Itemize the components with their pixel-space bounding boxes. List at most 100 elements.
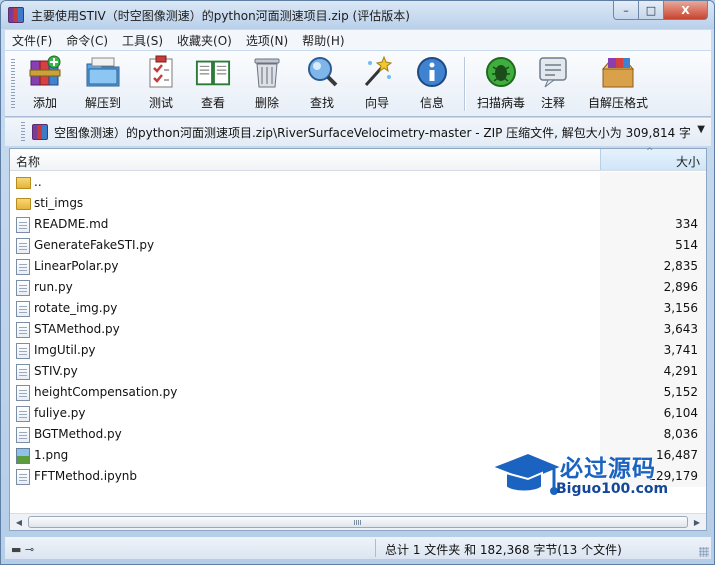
scroll-right-icon[interactable]: ▶ (690, 516, 704, 528)
size-cell: 4,291 (600, 361, 706, 382)
file-row[interactable]: 3,741 ImgUtil.py (10, 340, 706, 361)
virus-scan-label: 扫描病毒 (476, 96, 525, 110)
delete-label: 删除 (254, 96, 279, 110)
menu-command[interactable]: 命令(C) (59, 32, 115, 49)
comment-button[interactable]: 注释 (527, 55, 579, 113)
file-list[interactable]: 名称 ^ 大小 .. sti_imgs 334 README.md 514 Generat… (9, 147, 707, 531)
file-name: 1.png (34, 448, 69, 462)
file-icon (16, 427, 30, 443)
menu-tools[interactable]: 工具(S) (115, 32, 170, 49)
address-dropdown-icon[interactable]: ▼ (697, 124, 705, 135)
column-header: 名称 ^ 大小 (10, 147, 706, 171)
file-name: heightCompensation.py (34, 385, 178, 399)
file-icon (16, 280, 30, 296)
menu-options[interactable]: 选项(N) (239, 32, 295, 49)
file-name: STIV.py (34, 364, 78, 378)
menu-favorites[interactable]: 收藏夹(O) (170, 32, 239, 49)
watermark: 必过源码 Biguo100.com (488, 447, 698, 507)
sfx-button[interactable]: 自解压格式 (585, 55, 651, 113)
wizard-button[interactable]: 向导 (351, 55, 403, 113)
menu-file[interactable]: 文件(F) (5, 32, 59, 49)
scroll-grip (354, 520, 362, 525)
toolbar: 添加 解压到 测试 查看 删除 查找 向导 信息 扫描病毒 注释 自解压格式 (5, 51, 711, 117)
column-size-header[interactable]: ^ 大小 (600, 147, 706, 170)
delete-button[interactable]: 删除 (241, 55, 293, 113)
menu-help[interactable]: 帮助(H) (295, 32, 351, 49)
sfx-box-icon (600, 55, 636, 89)
window-title: 主要使用STIV（时空图像测速）的python河面测速项目.zip (评估版本) (31, 9, 410, 23)
scroll-left-icon[interactable]: ◀ (12, 516, 26, 528)
horizontal-scrollbar[interactable]: ◀ ▶ (10, 513, 706, 530)
file-size: 3,741 (663, 343, 698, 357)
test-button[interactable]: 测试 (135, 55, 187, 113)
file-row[interactable]: 2,835 LinearPolar.py (10, 256, 706, 277)
file-name: README.md (34, 217, 109, 231)
file-icon (16, 406, 30, 422)
file-name: GenerateFakeSTI.py (34, 238, 155, 252)
find-button[interactable]: 查找 (296, 55, 348, 113)
test-checklist-icon (143, 55, 179, 89)
size-cell: 6,104 (600, 403, 706, 424)
file-icon (16, 238, 30, 254)
file-icon (16, 385, 30, 401)
toolbar-grip[interactable] (11, 59, 15, 109)
file-row[interactable]: 334 README.md (10, 214, 706, 235)
view-button[interactable]: 查看 (187, 55, 239, 113)
file-size: 2,835 (663, 259, 698, 273)
file-size: 3,643 (663, 322, 698, 336)
virus-scan-icon (483, 55, 519, 89)
file-row[interactable]: 2,896 run.py (10, 277, 706, 298)
file-row[interactable]: 514 GenerateFakeSTI.py (10, 235, 706, 256)
window-controls: – □ X (613, 1, 708, 21)
file-name: BGTMethod.py (34, 427, 122, 441)
image-file-icon (16, 448, 30, 464)
scroll-thumb[interactable] (28, 516, 688, 528)
status-drive-icon[interactable]: ▬ ⊸ (11, 543, 34, 556)
file-name: ImgUtil.py (34, 343, 96, 357)
size-cell: 5,152 (600, 382, 706, 403)
size-cell: 334 (600, 214, 706, 235)
address-bar[interactable]: 空图像测速）的python河面测速项目.zip\RiverSurfaceVelo… (5, 118, 711, 146)
size-cell: 3,643 (600, 319, 706, 340)
file-row[interactable]: 3,156 rotate_img.py (10, 298, 706, 319)
file-row[interactable]: sti_imgs (10, 193, 706, 214)
folder-icon (16, 198, 31, 210)
archive-icon (32, 124, 48, 140)
file-size: 334 (675, 217, 698, 231)
file-name: sti_imgs (34, 196, 84, 210)
comment-icon (535, 55, 571, 89)
file-name: fuliye.py (34, 406, 86, 420)
file-row[interactable]: 6,104 fuliye.py (10, 403, 706, 424)
close-button[interactable]: X (664, 1, 708, 20)
maximize-button[interactable]: □ (639, 1, 664, 20)
file-name: .. (34, 175, 42, 189)
extract-folder-icon (85, 55, 121, 89)
title-bar[interactable]: 主要使用STIV（时空图像测速）的python河面测速项目.zip (评估版本)… (1, 1, 714, 29)
file-row[interactable]: 8,036 BGTMethod.py (10, 424, 706, 445)
size-cell: 2,835 (600, 256, 706, 277)
file-row[interactable]: 3,643 STAMethod.py (10, 319, 706, 340)
file-icon (16, 322, 30, 338)
file-row[interactable]: 4,291 STIV.py (10, 361, 706, 382)
file-name: FFTMethod.ipynb (34, 469, 138, 483)
file-row[interactable]: 5,152 heightCompensation.py (10, 382, 706, 403)
minimize-button[interactable]: – (613, 1, 639, 20)
extract-to-button[interactable]: 解压到 (77, 55, 129, 113)
size-cell: 2,896 (600, 277, 706, 298)
toolbar-separator (464, 57, 465, 111)
column-name-header[interactable]: 名称 (16, 153, 40, 170)
file-name: LinearPolar.py (34, 259, 119, 273)
sfx-label: 自解压格式 (587, 96, 648, 110)
info-button[interactable]: 信息 (406, 55, 458, 113)
address-grip (21, 122, 25, 142)
add-button[interactable]: 添加 (19, 55, 71, 113)
file-size: 5,152 (663, 385, 698, 399)
extract-to-label: 解压到 (84, 96, 121, 110)
virus-scan-button[interactable]: 扫描病毒 (471, 55, 531, 113)
status-separator (375, 539, 376, 557)
status-summary: 总计 1 文件夹 和 182,368 字节(13 个文件) (385, 543, 622, 557)
file-row[interactable]: .. (10, 172, 706, 193)
file-name: run.py (34, 280, 73, 294)
resize-grip[interactable] (699, 547, 709, 557)
magnifier-icon (304, 55, 340, 89)
